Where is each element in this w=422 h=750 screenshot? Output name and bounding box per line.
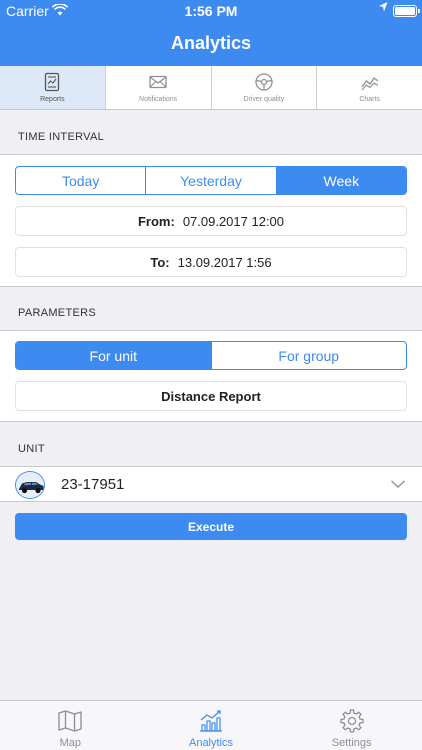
to-date-field[interactable]: To: 13.09.2017 1:56 <box>15 247 407 277</box>
bottom-tab-label: Settings <box>331 737 372 749</box>
bottom-tab-label: Map <box>59 737 82 749</box>
chevron-down-icon <box>390 480 406 489</box>
report-type-field[interactable]: Distance Report <box>15 381 407 411</box>
bottom-tab-map[interactable]: Map <box>0 701 141 750</box>
analytics-chart-icon <box>200 710 222 732</box>
parameters-panel: For unit For group Distance Report <box>0 330 422 422</box>
section-title-unit: UNIT <box>18 443 45 455</box>
steering-wheel-icon <box>255 73 273 91</box>
segment-for-group[interactable]: For group <box>212 342 407 369</box>
battery-icon <box>393 5 420 17</box>
tab-label: Reports <box>40 96 65 103</box>
segment-yesterday[interactable]: Yesterday <box>146 167 277 194</box>
car-icon <box>16 472 44 498</box>
bottom-tab-analytics[interactable]: Analytics <box>141 701 282 750</box>
bottom-tab-bar: Map Analytics Settings <box>0 700 422 750</box>
parameters-segmented: For unit For group <box>15 341 407 370</box>
segment-today[interactable]: Today <box>16 167 147 194</box>
segment-for-unit[interactable]: For unit <box>16 342 212 369</box>
unit-name: 23-17951 <box>61 476 125 493</box>
from-label: From: <box>137 213 175 229</box>
envelope-icon <box>149 75 167 89</box>
segment-week[interactable]: Week <box>276 167 406 194</box>
section-title-time-interval: TIME INTERVAL <box>18 131 105 143</box>
unit-avatar <box>15 471 45 499</box>
tab-label: Notifications <box>139 96 178 103</box>
bottom-tab-label: Analytics <box>188 737 234 749</box>
to-value: 13.09.2017 1:56 <box>177 254 272 270</box>
report-name: Distance Report <box>161 388 261 404</box>
location-arrow-icon <box>378 1 388 16</box>
section-title-parameters: PARAMETERS <box>18 307 96 319</box>
bottom-tab-settings[interactable]: Settings <box>281 701 422 750</box>
status-time: 1:56 PM <box>184 3 238 19</box>
from-date-field[interactable]: From: 07.09.2017 12:00 <box>15 206 407 236</box>
to-label: To: <box>150 254 170 270</box>
tab-charts[interactable]: Charts <box>317 66 422 109</box>
analytics-tabs: Reports Notifications Driver quality Cha… <box>0 66 422 110</box>
tab-reports[interactable]: Reports <box>0 66 106 109</box>
nav-header: Carrier 1:56 PM Analytics <box>0 0 422 66</box>
from-value: 07.09.2017 12:00 <box>182 213 285 229</box>
reports-icon <box>45 72 60 92</box>
tab-driver-quality[interactable]: Driver quality <box>212 66 318 109</box>
unit-selector[interactable]: 23-17951 <box>0 466 422 502</box>
gear-icon <box>340 709 364 733</box>
tab-label: Driver quality <box>243 96 285 103</box>
tab-label: Charts <box>359 96 380 103</box>
map-icon <box>58 710 82 732</box>
execute-button[interactable]: Execute <box>15 513 407 540</box>
page-title: Analytics <box>170 33 252 53</box>
tab-notifications[interactable]: Notifications <box>106 66 212 109</box>
status-bar: Carrier 1:56 PM <box>0 0 422 22</box>
time-interval-panel: Today Yesterday Week From: 07.09.2017 12… <box>0 154 422 287</box>
chart-line-icon <box>361 77 379 91</box>
time-interval-segmented: Today Yesterday Week <box>15 166 407 195</box>
